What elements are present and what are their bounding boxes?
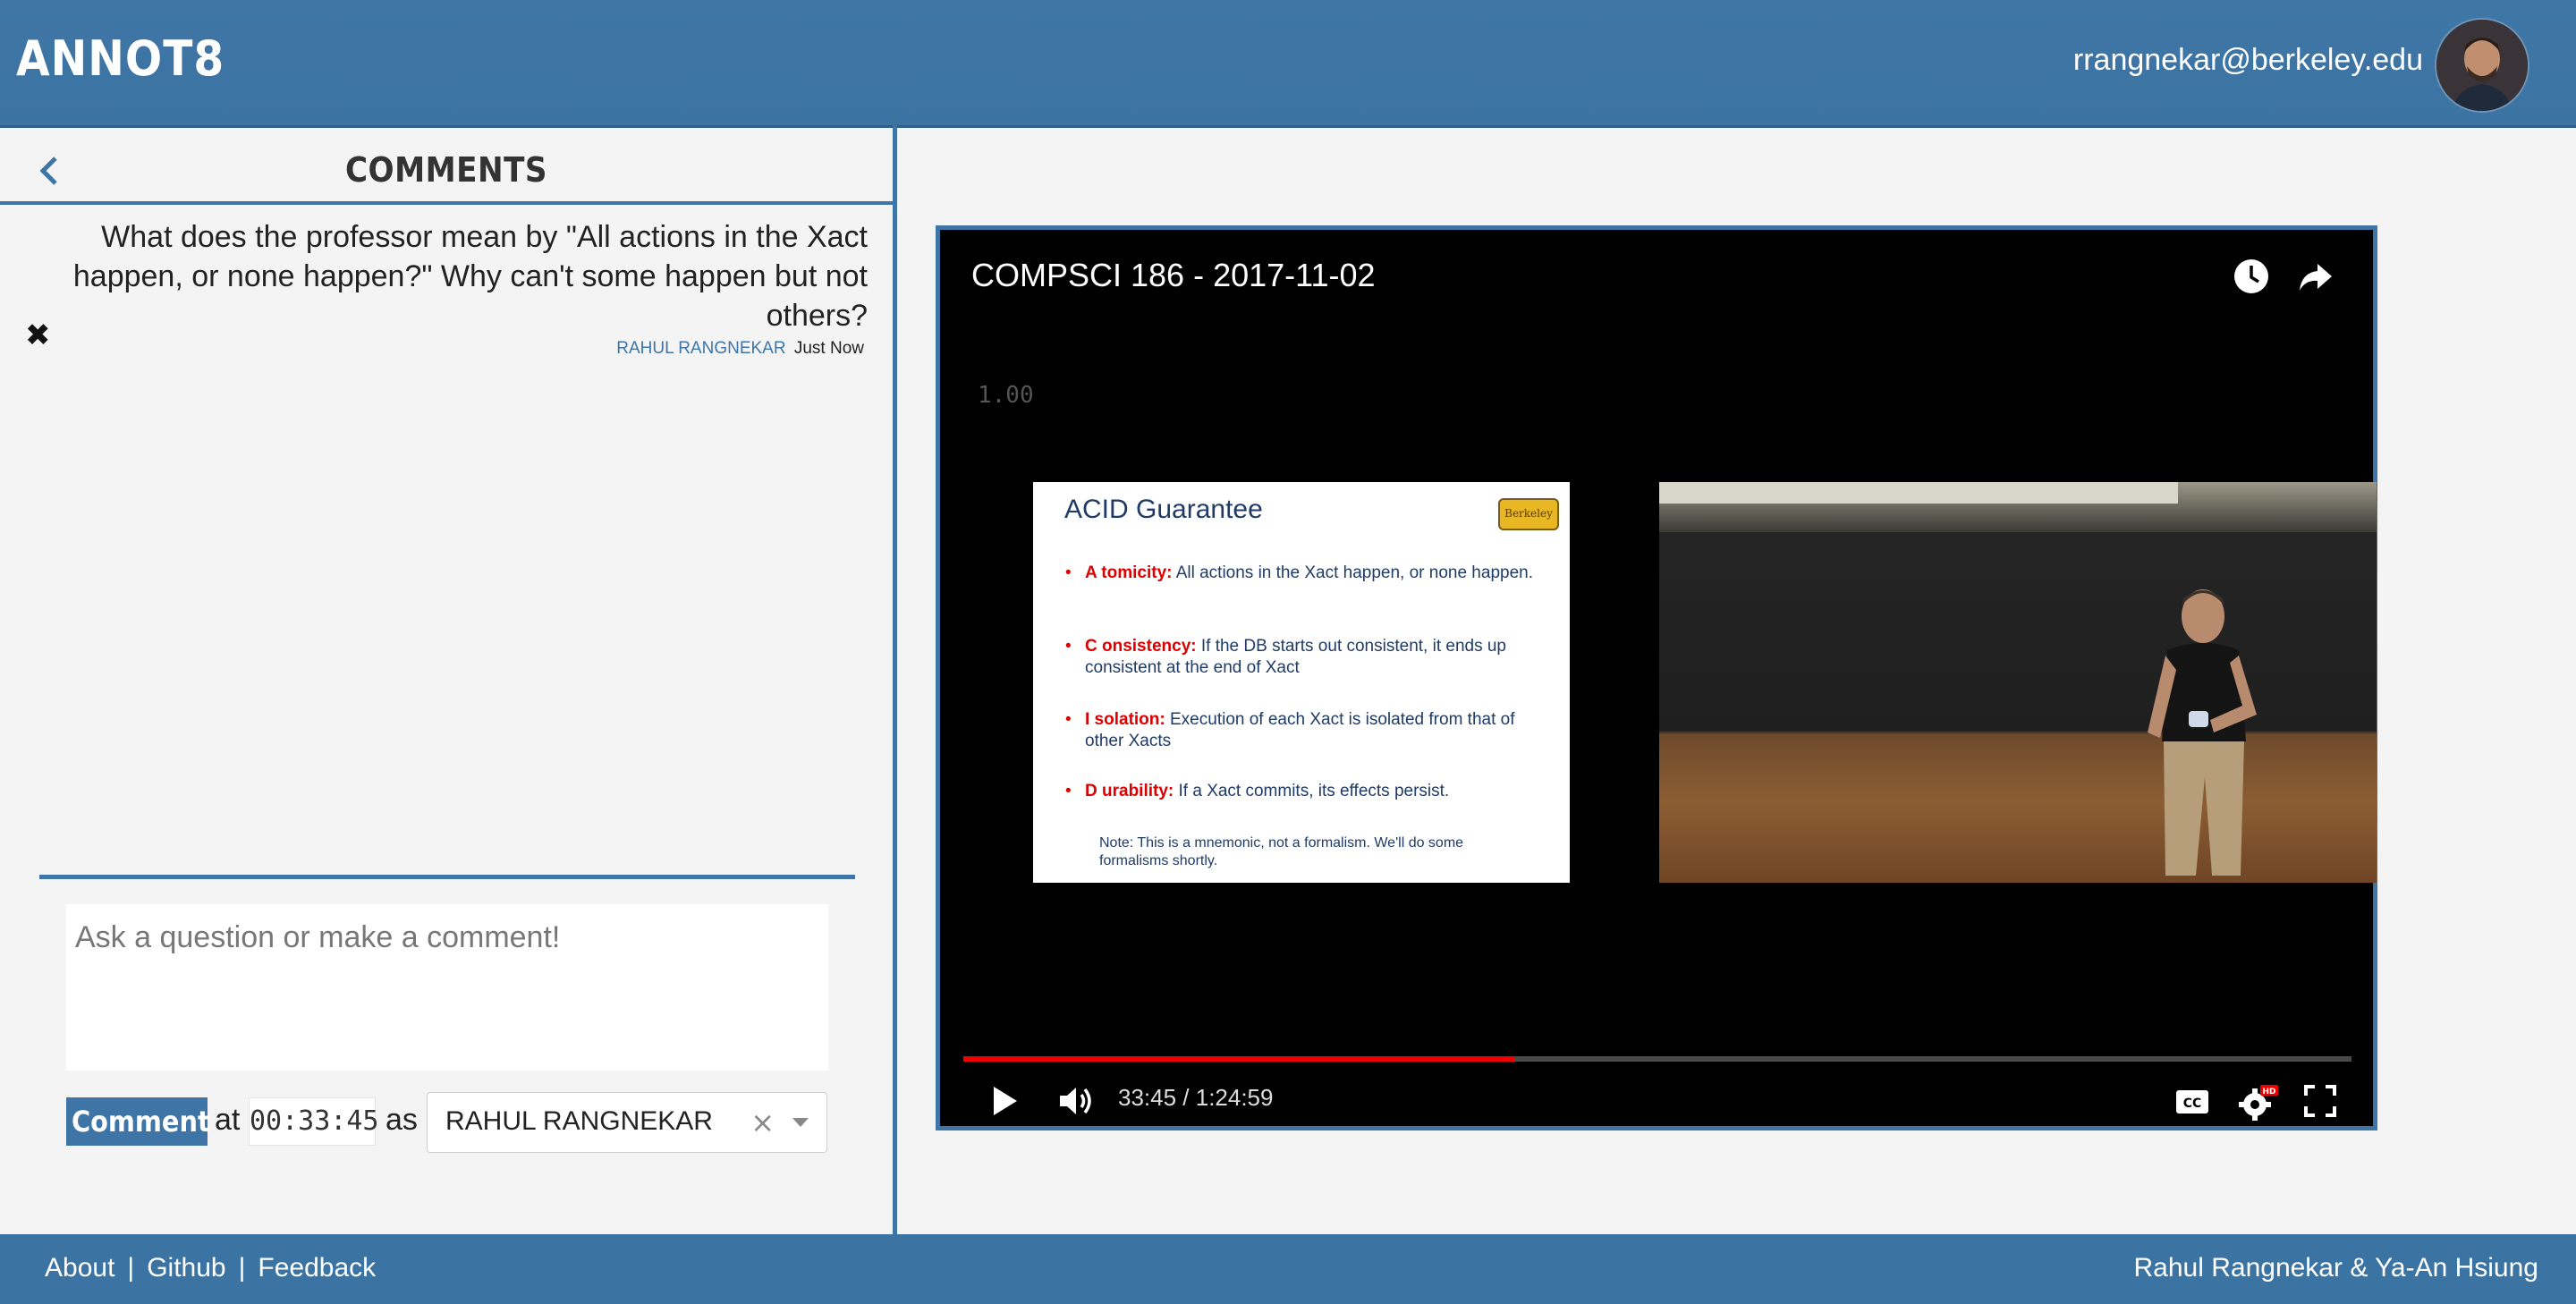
comment-author[interactable]: RAHUL RANGNEKAR [616, 339, 785, 358]
settings-icon[interactable]: HD [2237, 1083, 2278, 1122]
slide-bullet-atomicity: A tomicity: All actions in the Xact happ… [1065, 563, 1550, 584]
comment-button[interactable]: Comment [66, 1097, 210, 1146]
comment-meta: RAHUL RANGNEKAR Just Now [616, 339, 864, 359]
comments-divider [0, 201, 893, 205]
fullscreen-icon[interactable] [2303, 1083, 2337, 1119]
bullet-key: I solation: [1085, 710, 1165, 729]
svg-text:CC: CC [2183, 1097, 2202, 1111]
comments-title: COMMENTS [344, 150, 548, 190]
progress-bar[interactable] [963, 1056, 2351, 1062]
comment-time: Just Now [793, 339, 864, 358]
app-header: ANNOT8 rrangnekar@berkeley.edu [0, 0, 2576, 128]
footer-link-github[interactable]: Github [147, 1253, 225, 1283]
footer-links: About | Github | Feedback [45, 1253, 376, 1283]
slide-note: Note: This is a mnemonic, not a formalis… [1099, 835, 1464, 868]
bullet-text: If a Xact commits, its effects persist. [1174, 782, 1450, 800]
footer-link-feedback[interactable]: Feedback [258, 1253, 376, 1283]
slide-bullet-isolation: I solation: Execution of each Xact is is… [1065, 709, 1550, 752]
watch-later-icon[interactable] [2232, 257, 2271, 296]
svg-text:HD: HD [2262, 1088, 2275, 1097]
video-title[interactable]: COMPSCI 186 - 2017-11-02 [971, 257, 1376, 294]
lecture-slide: ACID Guarantee Berkeley A tomicity: All … [1033, 482, 1570, 883]
user-select[interactable]: RAHUL RANGNEKAR × [427, 1092, 827, 1153]
footer-separator: | [238, 1253, 246, 1283]
slide-bullet-durability: D urability: If a Xact commits, its effe… [1065, 781, 1550, 802]
app-footer: About | Github | Feedback Rahul Rangnekar & … [0, 1234, 2576, 1304]
footer-credit: Rahul Rangnekar & Ya-An Hsiung [2133, 1253, 2539, 1283]
time-display: 33:45 / 1:24:59 [1118, 1084, 1274, 1111]
comment-text: What does the professor mean by "All act… [72, 220, 868, 333]
footer-link-about[interactable]: About [45, 1253, 114, 1283]
cc-icon[interactable]: CC [2173, 1083, 2212, 1119]
slide-bullet-consistency: C onsistency: If the DB starts out consi… [1065, 636, 1550, 679]
comment-input[interactable] [66, 904, 828, 1071]
video-player[interactable]: COMPSCI 186 - 2017-11-02 1.00 ACID Guara… [936, 225, 2377, 1130]
play-icon[interactable] [990, 1083, 1021, 1119]
slide-title: ACID Guarantee [1064, 495, 1263, 524]
timestamp-field[interactable]: 00:33:45 [249, 1097, 379, 1146]
panel-divider [893, 125, 897, 1234]
berkeley-logo: Berkeley [1498, 498, 1559, 530]
projector-screen [1659, 482, 2178, 504]
user-email[interactable]: rrangnekar@berkeley.edu [2073, 43, 2423, 78]
bullet-key: D urability: [1085, 782, 1174, 800]
clear-icon[interactable]: × [750, 1105, 775, 1139]
app-logo[interactable]: ANNOT8 [16, 30, 225, 87]
as-label: as [386, 1103, 418, 1137]
volume-icon[interactable] [1056, 1083, 1096, 1119]
camera-feed [1659, 482, 2377, 883]
at-label: at [215, 1103, 241, 1137]
comments-panel: COMMENTS ✖ What does the professor mean … [0, 128, 893, 1234]
chevron-down-icon[interactable] [792, 1118, 809, 1127]
playback-speed: 1.00 [978, 382, 1034, 409]
footer-separator: | [127, 1253, 135, 1283]
share-icon[interactable] [2296, 257, 2335, 296]
bullet-key: A tomicity: [1085, 563, 1173, 582]
bullet-key: C onsistency: [1085, 637, 1197, 656]
bullet-text: All actions in the Xact happen, or none … [1172, 563, 1533, 582]
selected-user: RAHUL RANGNEKAR [445, 1106, 713, 1136]
input-divider [39, 875, 855, 879]
avatar-image [2436, 20, 2528, 111]
lecturer-figure [2148, 589, 2257, 876]
progress-played [963, 1056, 1515, 1062]
user-avatar[interactable] [2435, 18, 2529, 113]
